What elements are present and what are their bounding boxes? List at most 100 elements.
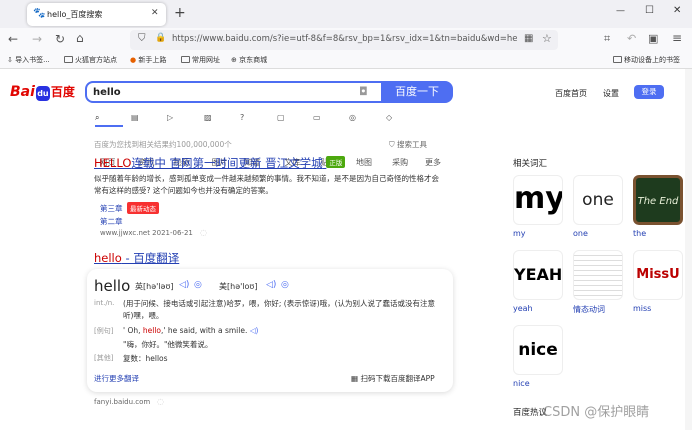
tab-video[interactable]: ▷ 视频 xyxy=(167,113,189,167)
paw-icon: du xyxy=(35,86,50,101)
bookmark-common-sites[interactable]: 常用网址 xyxy=(181,55,220,65)
mobile-bookmarks[interactable]: 移动设备上的书签 xyxy=(613,55,680,65)
login-button[interactable]: 登录 xyxy=(634,85,664,99)
related-image-my[interactable]: my xyxy=(513,175,563,225)
close-window-button[interactable]: ✕ xyxy=(673,5,681,16)
tab-image[interactable]: ▨ 图片 xyxy=(204,113,228,167)
minimize-button[interactable]: — xyxy=(616,6,625,16)
url-bar[interactable]: ⛉ 🔒 https://www.baidu.com/s?ie=utf-8&f=8… xyxy=(130,30,558,50)
search-input[interactable]: hello ◘ xyxy=(85,81,381,103)
related-label-nice[interactable]: nice xyxy=(513,379,530,388)
chapter-3-link[interactable]: 第三章 xyxy=(100,203,123,214)
tab-wenku[interactable]: ▢ 文库 xyxy=(277,113,301,167)
folder-icon xyxy=(613,56,622,63)
folder-icon xyxy=(181,56,190,63)
baidu-logo[interactable]: Bai du 百度 xyxy=(10,83,75,105)
result-2-source: fanyi.baidu.com xyxy=(94,398,151,406)
import-icon: ⇩ xyxy=(7,56,13,64)
other-label: [其他] xyxy=(94,354,114,362)
related-label-yeah[interactable]: yeah xyxy=(513,304,533,313)
scrollbar[interactable] xyxy=(685,69,692,430)
forward-icon[interactable]: → xyxy=(32,32,42,46)
reload-icon[interactable]: ↻ xyxy=(55,32,65,46)
related-image-the[interactable]: The End xyxy=(633,175,683,225)
example-cn: "嗨，你好。"他微笑着说。 xyxy=(123,340,213,349)
cache-icon[interactable]: ◌ xyxy=(200,228,207,237)
result-1-title[interactable]: HELLO连载中 官网第一时间更新 晋江文学城 正版 xyxy=(94,155,346,171)
search-tools[interactable]: ⛉ 搜索工具 xyxy=(389,139,427,150)
download-app[interactable]: ▦ 扫码下载百度翻译APP xyxy=(351,373,435,384)
tab-close-icon[interactable]: ✕ xyxy=(151,8,159,18)
browser-tab[interactable]: 🐾 hello_百度搜索 ✕ xyxy=(27,3,166,26)
tab-news[interactable]: ▤ 资讯 xyxy=(131,113,155,167)
home-icon[interactable]: ⌂ xyxy=(76,31,84,45)
latest-update-badge: 最新动态 xyxy=(127,202,159,214)
back-icon[interactable]: ← xyxy=(8,32,18,46)
official-badge: 正版 xyxy=(326,156,346,168)
us-slow-icon[interactable]: ◎ xyxy=(281,280,289,290)
translation-card: hello 英[hə'ləʊ] ◁) ◎ 美[hə'loʊ] ◁) ◎ int.… xyxy=(87,269,453,392)
folder-icon xyxy=(64,56,73,63)
tab-bar: 🐾 hello_百度搜索 ✕ + — ☐ ✕ xyxy=(0,0,692,28)
bookmark-getting-started[interactable]: ● 新手上路 xyxy=(130,55,166,65)
new-tab-button[interactable]: + xyxy=(174,5,186,21)
tab-web[interactable]: ⌕ 网页 xyxy=(95,113,115,167)
uk-slow-icon[interactable]: ◎ xyxy=(194,280,202,290)
example-en: ' Oh, hello,' he said, with a smile. ◁) xyxy=(123,326,259,335)
definition: (用于问候、接电话或引起注意)哈罗，喂，你好; (表示惊讶)哦，(认为别人说了蠢… xyxy=(123,299,436,320)
bookmark-import[interactable]: ⇩ 导入书签... xyxy=(7,55,50,65)
cache-icon[interactable]: ◌ xyxy=(157,397,164,406)
related-image-nice[interactable]: nice xyxy=(513,325,563,375)
related-label-miss[interactable]: miss xyxy=(633,304,651,313)
related-image-miss[interactable]: MissU xyxy=(633,250,683,300)
related-label-modal-verb[interactable]: 情态动词 xyxy=(573,304,605,315)
pos-label: int./n. xyxy=(94,299,115,307)
search-button[interactable]: 百度一下 xyxy=(381,81,453,103)
uk-speaker-icon[interactable]: ◁) xyxy=(179,280,189,290)
related-title: 相关词汇 xyxy=(513,159,548,169)
lock-icon: 🔒 xyxy=(155,33,167,43)
result-1-snippet: 似乎随着年龄的增长，感到孤单变成一件越来越频繁的事情。我不知道，是不是因为自己奇… xyxy=(94,174,439,195)
page-content: Bai du 百度 hello ◘ 百度一下 百度首页 设置 登录 ⌕ 网页 ▤ 资… xyxy=(0,69,692,430)
crop-icon[interactable]: ⌗ xyxy=(604,32,610,46)
menu-icon[interactable]: ≡ xyxy=(672,31,682,45)
extension-icon[interactable]: ▣ xyxy=(648,32,658,45)
maximize-button[interactable]: ☐ xyxy=(645,5,654,16)
us-phonetic: 美[hə'loʊ] xyxy=(219,282,258,291)
result-2-title[interactable]: hello - 百度翻译 xyxy=(94,250,179,266)
settings-link[interactable]: 设置 xyxy=(603,88,619,99)
related-label-my[interactable]: my xyxy=(513,229,526,238)
qr-code-icon[interactable]: ▦ xyxy=(524,33,533,44)
bookmark-star-icon[interactable]: ☆ xyxy=(542,32,552,45)
active-tab-underline xyxy=(95,125,123,127)
tab-purchase[interactable]: ◇ 采购 xyxy=(386,113,408,167)
bookmark-jd[interactable]: ⊕ 京东商城 xyxy=(231,55,267,65)
related-label-the[interactable]: the xyxy=(633,229,646,238)
globe-icon: ⊕ xyxy=(231,56,237,64)
related-image-modal-verb[interactable] xyxy=(573,250,623,300)
us-speaker-icon[interactable]: ◁) xyxy=(266,280,276,290)
tab-zhidao[interactable]: ? 知道 xyxy=(240,113,260,167)
more-translation-link[interactable]: 进行更多翻译 xyxy=(94,373,139,384)
firefox-icon: ● xyxy=(130,56,137,64)
bookmark-firefox-site[interactable]: 火狐官方站点 xyxy=(64,55,117,65)
related-label-one[interactable]: one xyxy=(573,229,588,238)
related-image-one[interactable]: one xyxy=(573,175,623,225)
plural-form: 复数：hellos xyxy=(123,354,168,363)
tab-tieba[interactable]: ▭ 贴吧 xyxy=(313,113,337,167)
url-text[interactable]: https://www.baidu.com/s?ie=utf-8&f=8&rsv… xyxy=(172,34,517,44)
result-1-source: www.jjwxc.net 2021-06-21 xyxy=(100,229,193,237)
qr-code-icon: ▦ xyxy=(351,374,359,383)
tab-map[interactable]: ◎ 地图 xyxy=(349,113,372,167)
related-image-yeah[interactable]: YEAH xyxy=(513,250,563,300)
search-query[interactable]: hello xyxy=(93,87,121,98)
undo-icon[interactable]: ↶ xyxy=(627,32,636,45)
tab-title: hello_百度搜索 xyxy=(47,10,103,19)
baidu-favicon-icon: 🐾 xyxy=(33,8,46,19)
chapter-2-link[interactable]: 第二章 xyxy=(100,216,123,227)
baidu-home-link[interactable]: 百度首页 xyxy=(555,88,587,99)
translate-word: hello xyxy=(94,277,131,295)
camera-icon[interactable]: ◘ xyxy=(359,85,368,98)
uk-phonetic: 英[hə'ləʊ] xyxy=(135,282,174,291)
example-speaker-icon[interactable]: ◁) xyxy=(250,326,259,335)
